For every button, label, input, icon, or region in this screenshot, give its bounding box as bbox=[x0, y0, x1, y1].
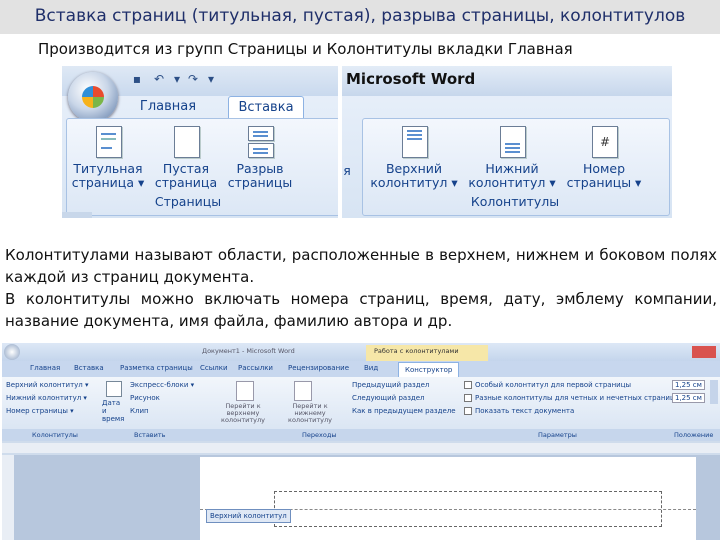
blank-page-icon bbox=[174, 126, 200, 158]
show-document-text-label: Показать текст документа bbox=[475, 407, 575, 415]
scroll-edge bbox=[710, 380, 718, 404]
page-break-button[interactable]: Разрыв страницы bbox=[226, 124, 294, 196]
undo-dropdown-icon[interactable]: ▾ bbox=[170, 72, 184, 86]
cover-page-button[interactable]: Титульная страница ▾ bbox=[70, 124, 146, 196]
footer-button[interactable]: Нижний колонтитул ▾ bbox=[464, 124, 560, 196]
odd-even-checkbox[interactable]: Разные колонтитулы для четных и нечетных… bbox=[464, 394, 675, 402]
office-button[interactable] bbox=[68, 72, 118, 122]
slide-subtitle: Производится из групп Страницы и Колонти… bbox=[38, 40, 573, 58]
tab-design-small[interactable]: Конструктор bbox=[398, 362, 460, 378]
page-break-label-2: страницы bbox=[227, 175, 293, 190]
context-tab-title: Работа с колонтитулами bbox=[374, 347, 459, 355]
undo-icon[interactable]: ↶ bbox=[152, 72, 166, 86]
link-previous-button[interactable]: Как в предыдущем разделе bbox=[352, 407, 456, 415]
word-window-screenshot: Документ1 - Microsoft Word Работа с коло… bbox=[2, 343, 720, 540]
page-number-label-1: Номер bbox=[582, 161, 626, 176]
clip-button[interactable]: Клип bbox=[130, 407, 149, 415]
position-group-label: Положение bbox=[674, 431, 714, 439]
word-window-title: Документ1 - Microsoft Word bbox=[202, 347, 295, 355]
checkbox-icon bbox=[464, 381, 472, 389]
body-text: Колонтитулами называют области, располож… bbox=[5, 244, 717, 332]
show-document-text-checkbox[interactable]: Показать текст документа bbox=[464, 407, 574, 415]
tab-layout-small[interactable]: Разметка страницы bbox=[120, 364, 193, 372]
blank-page-button[interactable]: Пустая страница bbox=[154, 124, 218, 196]
header-icon bbox=[402, 126, 428, 158]
goto-footer-icon bbox=[294, 381, 312, 401]
goto-footer-button[interactable]: Перейти к нижнему колонтитулу bbox=[280, 403, 340, 424]
different-first-page-label: Особый колонтитул для первой страницы bbox=[475, 381, 631, 389]
insert-group-label: Вставить bbox=[134, 431, 166, 439]
blank-page-label-1: Пустая bbox=[162, 161, 210, 176]
odd-even-label: Разные колонтитулы для четных и нечетных… bbox=[475, 394, 675, 402]
header-dropdown[interactable]: Верхний колонтитул ▾ bbox=[6, 381, 89, 389]
express-blocks-button[interactable]: Экспресс-блоки ▾ bbox=[130, 381, 194, 389]
page-number-dropdown[interactable]: Номер страницы ▾ bbox=[6, 407, 74, 415]
ribbon-pages-screenshot: ▪ ↶ ▾ ↷ ▾ Главная Вставка Титульная стра… bbox=[62, 66, 338, 218]
ribbon-headers-screenshot: Microsoft Word я Верхний колонтитул ▾ Ни… bbox=[342, 66, 672, 218]
group-labels-bar bbox=[2, 429, 720, 441]
tab-home-small[interactable]: Главная bbox=[30, 364, 60, 372]
redo-icon[interactable]: ↷ bbox=[186, 72, 200, 86]
footer-dropdown[interactable]: Нижний колонтитул ▾ bbox=[6, 394, 87, 402]
cover-page-label-2: страница ▾ bbox=[71, 175, 145, 190]
page-break-icon bbox=[248, 126, 274, 141]
header-button[interactable]: Верхний колонтитул ▾ bbox=[366, 124, 462, 196]
ribbon-bottom-edge bbox=[62, 212, 92, 218]
footer-label-2: колонтитул ▾ bbox=[468, 175, 556, 190]
date-time-icon bbox=[106, 381, 122, 397]
vertical-ruler[interactable] bbox=[2, 455, 14, 540]
prev-section-button[interactable]: Предыдущий раздел bbox=[352, 381, 429, 389]
save-icon[interactable]: ▪ bbox=[130, 72, 144, 86]
pages-group-label: Страницы bbox=[154, 194, 222, 209]
cover-page-label-1: Титульная bbox=[73, 161, 143, 176]
next-section-button[interactable]: Следующий раздел bbox=[352, 394, 425, 402]
blank-page-label-2: страница bbox=[154, 175, 218, 190]
page-break-icon-lower bbox=[248, 143, 274, 158]
office-button-small[interactable] bbox=[4, 344, 20, 360]
page-break-label-1: Разрыв bbox=[236, 161, 284, 176]
goto-header-button[interactable]: Перейти к верхнему колонтитулу bbox=[210, 403, 276, 424]
app-title: Microsoft Word bbox=[346, 70, 476, 88]
page-number-label-2: страницы ▾ bbox=[566, 175, 642, 190]
nav-group-label: Переходы bbox=[302, 431, 337, 439]
customize-qat-icon[interactable]: ▾ bbox=[204, 72, 218, 86]
tab-insert[interactable]: Вставка bbox=[228, 96, 304, 119]
header-label-2: колонтитул ▾ bbox=[370, 175, 458, 190]
tab-mailings-small[interactable]: Рассылки bbox=[238, 364, 273, 372]
headers-group-label: Колонтитулы bbox=[32, 431, 78, 439]
header-footer-group-label: Колонтитулы bbox=[470, 194, 560, 209]
date-time-button[interactable]: Дата и время bbox=[102, 399, 126, 423]
different-first-page-checkbox[interactable]: Особый колонтитул для первой страницы bbox=[464, 381, 631, 389]
word-title-bar bbox=[2, 343, 720, 361]
footer-position-input[interactable]: 1,25 см bbox=[672, 393, 705, 403]
tab-insert-small[interactable]: Вставка bbox=[74, 364, 104, 372]
tab-home[interactable]: Главная bbox=[134, 96, 202, 118]
partial-label: я bbox=[343, 163, 351, 178]
office-logo-icon bbox=[82, 86, 104, 108]
footer-label-1: Нижний bbox=[485, 161, 539, 176]
params-group-label: Параметры bbox=[538, 431, 577, 439]
checkbox-checked-icon bbox=[464, 407, 472, 415]
close-window-icon[interactable] bbox=[692, 346, 716, 358]
tab-references-small[interactable]: Ссылки bbox=[200, 364, 228, 372]
picture-button[interactable]: Рисунок bbox=[130, 394, 160, 402]
horizontal-ruler[interactable] bbox=[2, 443, 720, 453]
goto-header-icon bbox=[236, 381, 254, 401]
page-number-icon: # bbox=[592, 126, 618, 158]
cover-page-icon bbox=[96, 126, 122, 158]
header-position-input[interactable]: 1,25 см bbox=[672, 380, 705, 390]
paragraph-contents: В колонтитулы можно включать номера стра… bbox=[5, 290, 717, 330]
header-label-1: Верхний bbox=[385, 161, 443, 176]
footer-icon bbox=[500, 126, 526, 158]
checkbox-icon bbox=[464, 394, 472, 402]
paragraph-definition: Колонтитулами называют области, располож… bbox=[5, 246, 717, 286]
header-tag: Верхний колонтитул bbox=[206, 509, 291, 523]
tab-review-small[interactable]: Рецензирование bbox=[288, 364, 349, 372]
tab-view-small[interactable]: Вид bbox=[364, 364, 378, 372]
word-tabs bbox=[2, 361, 720, 377]
page-number-button[interactable]: # Номер страницы ▾ bbox=[562, 124, 646, 196]
slide-title: Вставка страниц (титульная, пустая), раз… bbox=[0, 0, 720, 34]
